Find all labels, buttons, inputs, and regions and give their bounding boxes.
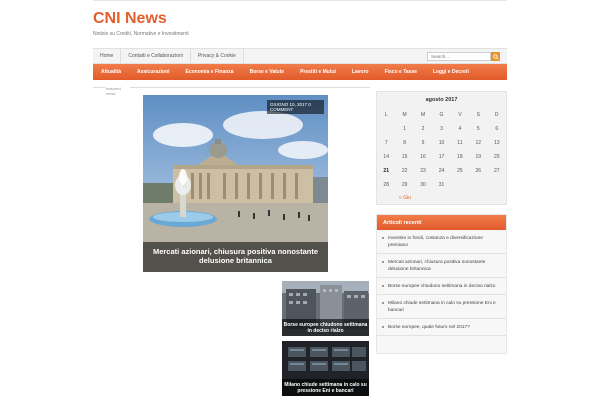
recent-post-title[interactable]: Borse europee chiudono settimana in deci… [388, 284, 495, 289]
search-button[interactable] [491, 52, 500, 61]
hero-post-title[interactable]: Mercati azionari, chiusura positiva nono… [143, 242, 328, 272]
calendar-week-row: 7 8 9 10 11 12 13 [377, 136, 506, 150]
calendar-day: 26 [475, 168, 482, 174]
calendar-day: 19 [475, 154, 482, 160]
calendar-day: 12 [475, 140, 482, 146]
calendar-day: 27 [493, 168, 500, 174]
calendar-title: agosto 2017 [425, 97, 458, 103]
calendar-week-row: 1 2 3 4 5 6 [377, 122, 506, 136]
menu-item-privacy[interactable]: Privacy & Cookie [191, 49, 244, 63]
recent-post-link[interactable]: Borse europee chiudono settimana in deci… [377, 278, 506, 295]
bullet-icon [382, 237, 384, 239]
category-borse-valute[interactable]: Borse e Valute [242, 69, 292, 75]
calendar-day-today: 21 [383, 168, 389, 174]
hero-post-date: GIUGNO 10, 2017 0 COMMENT [267, 100, 324, 114]
calendar-day: 22 [401, 168, 408, 174]
calendar-day: 10 [438, 140, 445, 146]
recent-post-link[interactable]: Mercati azionari, chiusura positiva nono… [377, 254, 506, 278]
calendar-day: 17 [438, 154, 445, 160]
featured-thumb-post-2[interactable]: Milano chiude settimana in calo su press… [282, 341, 369, 396]
bullet-icon [382, 302, 384, 304]
calendar-widget: agosto 2017 L M M G V S D 1 2 3 4 5 6 7 … [376, 91, 507, 205]
calendar-day: 1 [403, 126, 407, 132]
calendar-day: 29 [401, 182, 408, 188]
calendar-day: 9 [421, 140, 425, 146]
search-icon [492, 53, 499, 60]
calendar-prev-month-link[interactable]: « Giu [377, 192, 506, 201]
featured-hero-post[interactable]: GIUGNO 10, 2017 0 COMMENT Mercati aziona… [143, 95, 328, 272]
calendar-weekday: L [384, 112, 388, 118]
calendar-day: 4 [458, 126, 462, 132]
recent-posts-title: Articoli recenti [377, 215, 506, 230]
calendar-weekday: S [476, 112, 480, 118]
calendar-weekday: M [402, 112, 407, 118]
calendar-day: 24 [438, 168, 445, 174]
menu-item-home[interactable]: Home [93, 49, 122, 63]
calendar-day: 5 [476, 126, 480, 132]
calendar-day: 18 [457, 154, 463, 160]
category-economia-finanza[interactable]: Economia e Finanza [178, 69, 242, 75]
recent-post-title[interactable]: Mercati azionari, chiusura positiva nono… [388, 260, 485, 272]
featured-label: featured news [106, 86, 121, 96]
calendar-day: 6 [495, 126, 499, 132]
calendar-day: 31 [438, 182, 445, 188]
category-menu: Attualità Assicurazioni Economia e Finan… [93, 64, 507, 80]
category-assicurazioni[interactable]: Assicurazioni [129, 69, 178, 75]
site-description: Notizie su Crediti, Normative e Investim… [93, 31, 189, 37]
search-input[interactable] [427, 52, 491, 61]
recent-post-link[interactable]: Borse europee, quale futuro nel 2017? [377, 319, 506, 336]
calendar-day: 30 [420, 182, 426, 188]
calendar-week-row: 21 22 23 24 25 26 27 [377, 164, 506, 178]
category-fisco-tasse[interactable]: Fisco e Tasse [377, 69, 425, 75]
category-attualita[interactable]: Attualità [93, 69, 129, 75]
calendar-day: 25 [457, 168, 463, 174]
recent-post-title[interactable]: Milano chiude settimana in calo su press… [388, 301, 496, 313]
calendar-day: 8 [403, 140, 407, 146]
bullet-icon [382, 326, 384, 328]
bullet-icon [382, 285, 384, 287]
calendar-weekday: G [439, 112, 444, 118]
recent-post-title[interactable]: Investire in fondi, costanza e diversifi… [388, 236, 483, 248]
calendar-day: 16 [420, 154, 426, 160]
bullet-icon [382, 261, 384, 263]
site-title[interactable]: CNI News [93, 10, 167, 28]
thumb-post-title-1[interactable]: Borse europee chiudono settimana in deci… [282, 319, 369, 336]
calendar-day: 20 [493, 154, 500, 160]
category-leggi-decreti[interactable]: Leggi e Decreti [425, 69, 477, 75]
featured-divider-left [93, 87, 105, 88]
recent-post-title[interactable]: Borse europee, quale futuro nel 2017? [388, 325, 470, 330]
calendar-day: 28 [383, 182, 389, 188]
recent-post-link[interactable]: Investire in fondi, costanza e diversifi… [377, 230, 506, 254]
calendar-day: 11 [457, 140, 463, 146]
calendar-weekday: M [420, 112, 426, 118]
category-prestiti-mutui[interactable]: Prestiti e Mutui [292, 69, 344, 75]
top-divider [93, 0, 507, 1]
menu-item-contatti[interactable]: Contatti e Collaborazioni [121, 49, 191, 63]
calendar-day: 3 [440, 126, 443, 132]
recent-post-link[interactable]: Milano chiude settimana in calo su press… [377, 295, 506, 319]
calendar-day: 13 [493, 140, 500, 146]
calendar-day: 7 [384, 140, 388, 146]
calendar-weekday: D [494, 112, 499, 118]
calendar-day: 14 [383, 154, 389, 160]
calendar-day: 2 [421, 126, 425, 132]
calendar-weekday: V [458, 112, 462, 118]
category-lavoro[interactable]: Lavoro [344, 69, 377, 75]
recent-posts-widget: Articoli recenti Investire in fondi, cos… [376, 214, 507, 354]
calendar-week-row: 28 29 30 31 [377, 178, 506, 192]
calendar-week-row: 14 15 16 17 18 19 20 [377, 150, 506, 164]
thumb-post-title-2[interactable]: Milano chiude settimana in calo su press… [282, 379, 369, 396]
featured-thumb-post-1[interactable]: Borse europee chiudono settimana in deci… [282, 281, 369, 336]
calendar-weekday-row: L M M G V S D [377, 108, 506, 122]
calendar-day: 15 [401, 154, 408, 160]
featured-divider-right [130, 87, 370, 88]
calendar-day: 23 [420, 168, 426, 174]
